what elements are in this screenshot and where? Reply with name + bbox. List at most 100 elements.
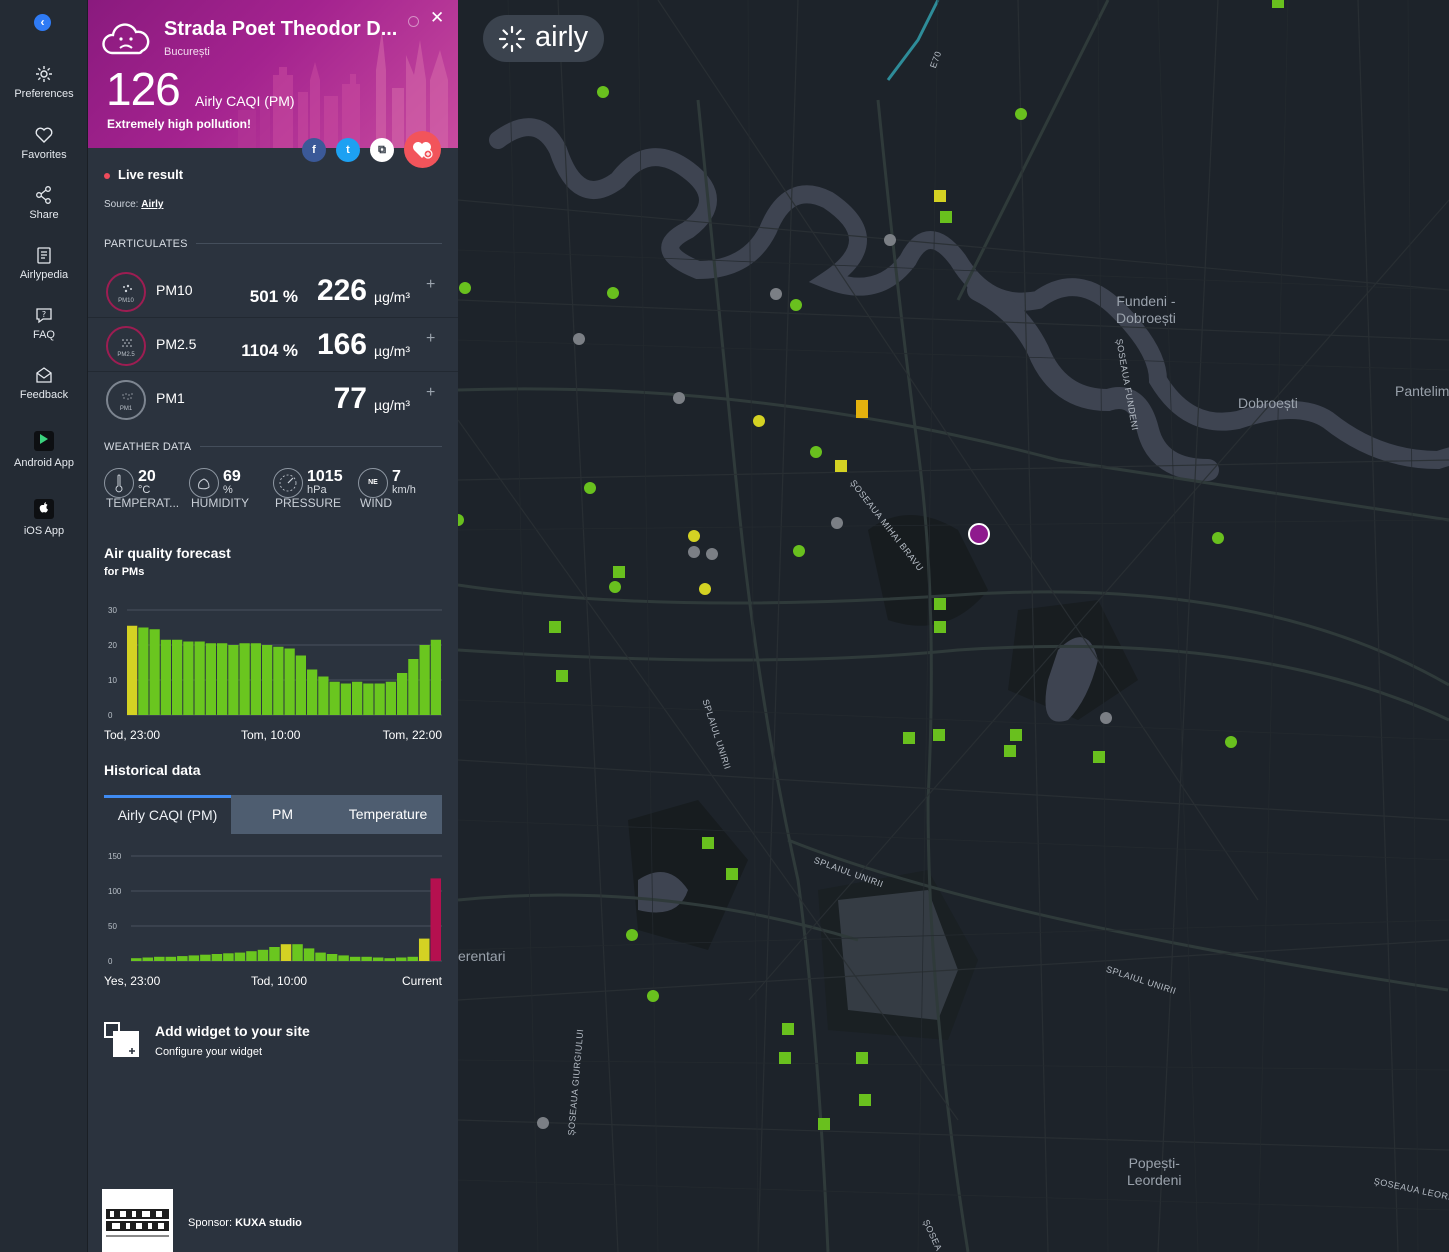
sensor-marker-moderate[interactable] (688, 530, 700, 542)
expand-icon[interactable]: + (426, 330, 435, 348)
chart-bar[interactable] (273, 646, 284, 715)
sensor-marker-good[interactable] (459, 282, 471, 294)
chart-bar[interactable] (205, 643, 216, 715)
expand-icon[interactable]: + (426, 384, 435, 402)
sensor-marker-good[interactable] (1212, 532, 1224, 544)
pm25-row[interactable]: PM2.5 PM2.5 1104 % 166 µg/m³ + (88, 318, 458, 372)
tab-pm[interactable]: PM (231, 795, 334, 834)
sensor-marker-good[interactable] (609, 581, 621, 593)
chart-bar[interactable] (295, 655, 306, 716)
sensor-marker-moderate[interactable] (699, 583, 711, 595)
source-link[interactable]: Airly (141, 199, 163, 210)
chart-bar[interactable] (131, 958, 142, 961)
sensor-marker-good[interactable] (859, 1094, 871, 1106)
chart-bar[interactable] (239, 643, 250, 715)
copy-link-icon[interactable]: ⧉ (370, 138, 394, 162)
chart-bar[interactable] (211, 954, 223, 961)
sensor-marker-good[interactable] (1004, 745, 1016, 757)
sensor-marker-moderate[interactable] (934, 190, 946, 202)
chart-bar[interactable] (397, 673, 408, 715)
sensor-marker-good[interactable] (810, 446, 822, 458)
sensor-marker-offline[interactable] (537, 1117, 549, 1129)
sensor-marker-good[interactable] (903, 732, 915, 744)
pm1-row[interactable]: PM1 PM1 77 µg/m³ + (88, 372, 458, 426)
sensor-marker-good[interactable] (779, 1052, 791, 1064)
chart-bar[interactable] (257, 949, 269, 961)
sensor-marker-good[interactable] (607, 287, 619, 299)
chart-bar[interactable] (280, 944, 292, 961)
chart-bar[interactable] (149, 629, 160, 715)
sensor-marker-good[interactable] (782, 1023, 794, 1035)
sensor-marker-offline[interactable] (770, 288, 782, 300)
sensor-marker-good[interactable] (556, 670, 568, 682)
sensor-marker-good[interactable] (626, 929, 638, 941)
chart-bar[interactable] (326, 954, 338, 961)
add-favorite-button[interactable] (404, 131, 441, 168)
chart-bar[interactable] (307, 669, 318, 716)
sensor-marker-offline[interactable] (706, 548, 718, 560)
chart-bar[interactable] (363, 683, 374, 716)
sensor-marker-offline[interactable] (673, 392, 685, 404)
nav-airlypedia[interactable]: Airlypedia (0, 245, 88, 281)
chart-bar[interactable] (395, 957, 407, 962)
nav-share[interactable]: Share (0, 185, 88, 221)
widget-icon[interactable] (104, 1022, 140, 1058)
chart-bar[interactable] (352, 681, 363, 715)
configure-widget-link[interactable]: Configure your widget (155, 1046, 262, 1058)
close-icon[interactable]: ✕ (430, 8, 444, 28)
facebook-icon[interactable]: f (302, 138, 326, 162)
chart-bar[interactable] (384, 958, 395, 961)
sensor-marker-good[interactable] (549, 621, 561, 633)
chart-bar[interactable] (172, 639, 183, 715)
nav-favorites[interactable]: Favorites (0, 125, 88, 161)
nav-preferences[interactable]: Preferences (0, 64, 88, 100)
sensor-marker-good[interactable] (647, 990, 659, 1002)
chart-bar[interactable] (408, 659, 419, 715)
chart-bar[interactable] (349, 956, 361, 961)
nav-feedback[interactable]: Feedback (0, 365, 88, 401)
chart-bar[interactable] (269, 947, 280, 961)
chart-bar[interactable] (430, 878, 441, 961)
sensor-marker-moderate[interactable] (753, 415, 765, 427)
sensor-marker-good[interactable] (584, 482, 596, 494)
chart-bar[interactable] (200, 954, 211, 961)
chart-bar[interactable] (284, 648, 295, 716)
chart-bar[interactable] (165, 956, 177, 961)
nav-ios-app[interactable]: iOS App (0, 499, 88, 537)
chart-bar[interactable] (183, 641, 194, 716)
nav-faq[interactable]: ? FAQ (0, 305, 88, 341)
chart-bar[interactable] (372, 957, 384, 962)
sensor-marker-good[interactable] (613, 566, 625, 578)
selected-sensor-marker[interactable] (968, 523, 990, 545)
chart-bar[interactable] (177, 956, 188, 961)
sensor-marker-good[interactable] (1272, 0, 1284, 8)
sensor-marker-good[interactable] (934, 621, 946, 633)
chart-bar[interactable] (315, 952, 326, 961)
nav-android-app[interactable]: Android App (0, 431, 88, 469)
chart-bar[interactable] (419, 645, 430, 715)
chart-bar[interactable] (142, 957, 154, 962)
chart-bar[interactable] (262, 645, 273, 715)
sensor-marker-good[interactable] (940, 211, 952, 223)
airly-logo[interactable]: airly (483, 15, 604, 62)
chart-bar[interactable] (318, 676, 329, 716)
chart-bar[interactable] (188, 955, 200, 961)
sensor-marker-offline[interactable] (884, 234, 896, 246)
locate-icon[interactable] (408, 16, 419, 27)
sensor-marker-good[interactable] (818, 1118, 830, 1130)
sponsor-name[interactable]: KUXA studio (235, 1217, 302, 1229)
tab-caqi[interactable]: Airly CAQI (PM) (104, 795, 231, 834)
chart-bar[interactable] (234, 952, 246, 961)
chart-bar[interactable] (223, 953, 234, 961)
chart-bar[interactable] (374, 683, 385, 716)
chart-bar[interactable] (340, 683, 351, 716)
chart-bar[interactable] (138, 627, 149, 716)
twitter-icon[interactable]: t (336, 138, 360, 162)
sensor-marker-offline[interactable] (688, 546, 700, 558)
chart-bar[interactable] (338, 955, 349, 961)
chart-bar[interactable] (127, 625, 138, 715)
sensor-marker-good[interactable] (1225, 736, 1237, 748)
chart-bar[interactable] (228, 645, 239, 715)
chart-bar[interactable] (246, 951, 257, 961)
chart-bar[interactable] (160, 639, 171, 715)
